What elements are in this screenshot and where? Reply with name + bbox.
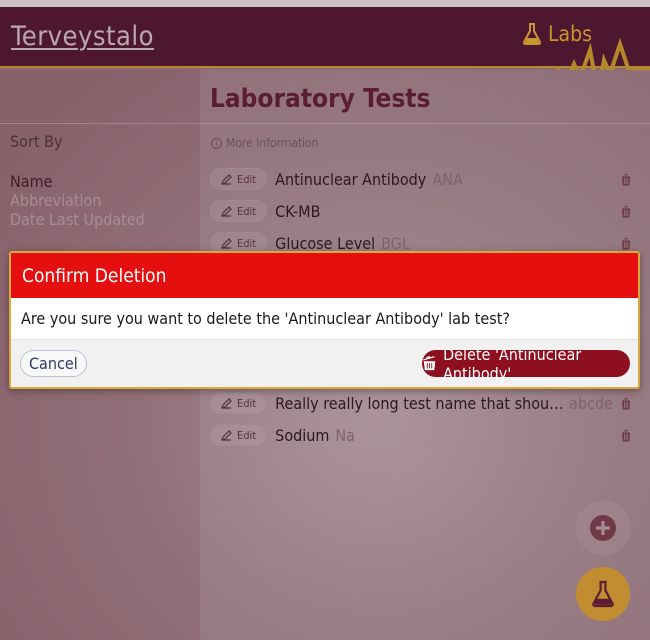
add-test-button[interactable] [576, 501, 630, 555]
trash-icon[interactable] [620, 429, 632, 442]
edit-button[interactable]: Edit [210, 168, 268, 190]
test-name: Really really long test name that should… [275, 393, 567, 413]
page-title: Laboratory Tests [210, 84, 431, 114]
divider [0, 123, 200, 124]
sort-option-date-updated[interactable]: Date Last Updated [10, 210, 145, 229]
pencil-icon [221, 429, 232, 441]
test-name: Antinuclear Antibody [275, 169, 427, 189]
sort-option-name[interactable]: Name [10, 172, 52, 191]
info-icon: i [211, 137, 222, 149]
cancel-button[interactable]: Cancel [20, 350, 87, 377]
trash-icon[interactable] [620, 397, 632, 410]
confirm-delete-button[interactable]: Delete 'Antinuclear Antibody' [422, 345, 630, 383]
edit-label: Edit [237, 396, 257, 410]
test-abbreviation: BGL [381, 233, 410, 253]
test-row: Edit Really really long test name that s… [210, 392, 640, 414]
edit-label: Edit [237, 236, 257, 250]
trash-icon[interactable] [620, 237, 632, 250]
sort-by-label: Sort By [10, 132, 63, 151]
test-abbreviation: Na [335, 425, 355, 445]
dialog-footer: Cancel Delete 'Antinuclear Antibody' [11, 339, 638, 387]
test-row: Edit Antinuclear Antibody ANA [210, 168, 640, 190]
test-name: Sodium [275, 425, 330, 445]
pencil-icon [221, 237, 232, 249]
labs-fab-button[interactable] [576, 567, 630, 621]
divider [200, 123, 650, 124]
test-abbreviation: abcde [569, 393, 613, 413]
edit-button[interactable]: Edit [210, 392, 268, 414]
confirm-delete-label: Delete 'Antinuclear Antibody' [443, 344, 582, 383]
dialog-header: Confirm Deletion [11, 253, 638, 298]
dialog-body: Are you sure you want to delete the 'Ant… [11, 298, 638, 339]
edit-button[interactable]: Edit [210, 424, 268, 446]
trash-open-icon [423, 356, 436, 371]
brand-logo[interactable]: Terveystalo [11, 21, 154, 52]
top-strip [0, 0, 650, 7]
dialog-message: Are you sure you want to delete the 'Ant… [21, 309, 510, 328]
confirm-deletion-dialog: Confirm Deletion Are you sure you want t… [9, 251, 640, 389]
test-abbreviation: ANA [432, 169, 463, 189]
trash-icon[interactable] [620, 173, 632, 186]
dialog-title: Confirm Deletion [22, 264, 167, 287]
trash-icon[interactable] [620, 205, 632, 218]
flask-icon [522, 23, 542, 45]
edit-label: Edit [237, 172, 257, 186]
edit-label: Edit [237, 204, 257, 218]
more-information-label: More Information [226, 136, 319, 150]
test-name: Glucose Level [275, 233, 376, 253]
test-row: Edit CK-MB [210, 200, 640, 222]
pencil-icon [221, 397, 232, 409]
more-information-link[interactable]: i More Information [211, 136, 319, 150]
sort-option-abbreviation[interactable]: Abbreviation [10, 191, 101, 210]
edit-label: Edit [237, 428, 257, 442]
pencil-icon [221, 205, 232, 217]
plus-circle-icon [590, 515, 616, 541]
pencil-icon [221, 173, 232, 185]
flask-icon [592, 580, 614, 608]
test-name: CK-MB [275, 201, 321, 221]
test-row: Edit Sodium Na [210, 424, 640, 446]
edit-button[interactable]: Edit [210, 200, 268, 222]
